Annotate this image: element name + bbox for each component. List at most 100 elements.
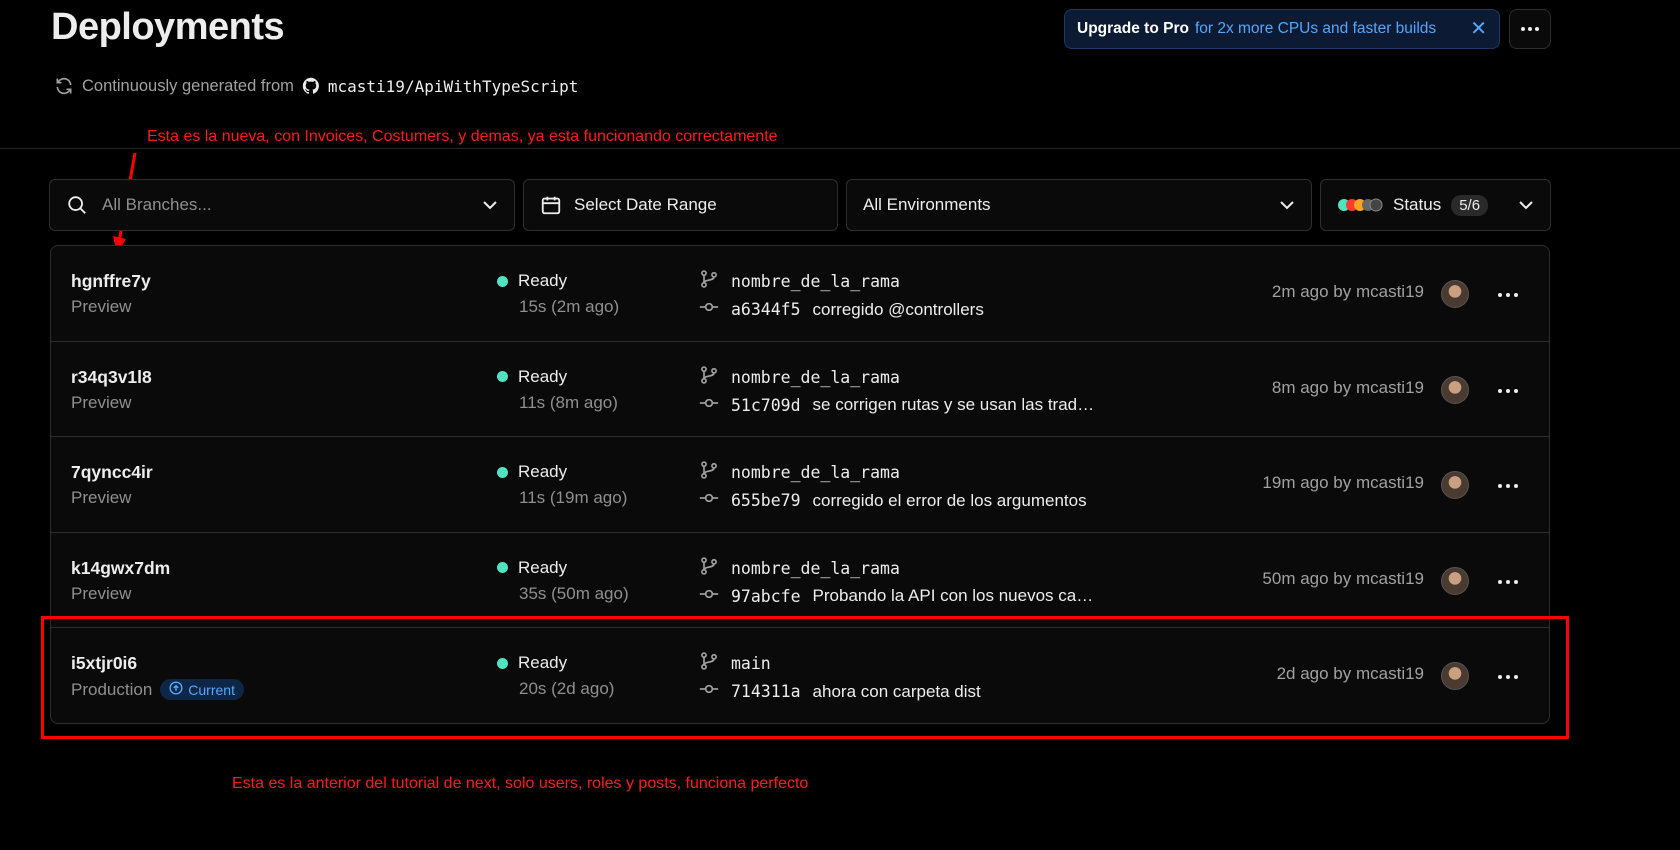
upgrade-text[interactable]: for 2x more CPUs and faster builds [1195, 20, 1436, 38]
annotation-highlight-box [41, 616, 1569, 739]
avatar[interactable] [1441, 566, 1469, 595]
status-dot [497, 275, 508, 287]
deployment-status: Ready [497, 462, 567, 482]
commit-message: Probando la API con los nuevos cambios [812, 586, 1103, 606]
upgrade-banner[interactable]: Upgrade to Pro for 2x more CPUs and fast… [1064, 9, 1500, 49]
status-dots-icon [1338, 198, 1383, 212]
environment-label: Preview [71, 583, 132, 603]
deployment-status: Ready [497, 558, 567, 578]
date-range-label: Select Date Range [574, 195, 717, 214]
git-commit-icon [699, 297, 719, 322]
commit-message: corregido el error de los argumentos [812, 490, 1087, 510]
date-range-filter[interactable]: Select Date Range [523, 179, 838, 231]
branch-placeholder: All Branches... [102, 195, 212, 214]
deployment-env: Preview [71, 297, 131, 317]
branch-name[interactable]: nombre_de_la_rama [731, 368, 900, 387]
branch-name[interactable]: nombre_de_la_rama [731, 272, 900, 291]
deployment-time: 50m ago by mcasti19 [1262, 568, 1424, 588]
environment-filter[interactable]: All Environments [846, 179, 1312, 231]
git-branch-icon [699, 460, 719, 485]
branch-filter[interactable]: All Branches... [49, 179, 515, 231]
calendar-icon [541, 196, 561, 215]
chevron-down-icon [483, 201, 497, 210]
github-icon [302, 77, 320, 95]
generated-from: Continuously generated from mcasti19/Api… [54, 76, 578, 96]
deployment-time: 2m ago by mcasti19 [1271, 282, 1424, 301]
deployment-branch: nombre_de_la_rama [699, 365, 900, 390]
more-icon [1498, 380, 1518, 398]
page-title: Deployments [51, 6, 285, 48]
deployment-id[interactable]: k14gwx7dm [71, 558, 170, 579]
deployment-row[interactable]: 7qyncc4ir Preview Ready 11s (19m ago) nombre… [51, 437, 1549, 533]
status-label: Ready [518, 462, 568, 482]
deployment-duration: 15s (2m ago) [519, 297, 620, 316]
environment-label: All Environments [863, 195, 991, 214]
git-branch-icon [699, 556, 719, 581]
row-more-button[interactable] [1495, 377, 1521, 401]
deployment-branch: nombre_de_la_rama [699, 556, 900, 581]
more-icon [1521, 27, 1539, 31]
more-icon [1498, 475, 1518, 493]
deployment-commit: a6344f5 corregido @controllers [699, 297, 984, 322]
commit-hash[interactable]: 97abcfe [731, 587, 801, 606]
more-icon [1498, 284, 1518, 302]
status-dot [497, 466, 508, 478]
branch-name[interactable]: nombre_de_la_rama [731, 463, 900, 482]
git-branch-icon [699, 269, 719, 294]
avatar[interactable] [1441, 471, 1469, 500]
branch-name[interactable]: nombre_de_la_rama [731, 559, 900, 578]
row-more-button[interactable] [1495, 472, 1521, 496]
avatar[interactable] [1441, 375, 1469, 404]
deployment-branch: nombre_de_la_rama [699, 460, 900, 485]
annotation-top: Esta es la nueva, con Invoices, Costumer… [147, 128, 778, 145]
deployment-commit: 51c709d se corrigen rutas y se usan las t… [699, 393, 1103, 418]
row-more-button[interactable] [1495, 568, 1521, 592]
deployment-commit: 655be79 corregido el error de los argumen… [699, 488, 1087, 513]
status-dot [497, 371, 508, 383]
more-icon [1498, 571, 1518, 589]
commit-message: se corrigen rutas y se usan las traducci… [812, 395, 1103, 415]
close-icon[interactable]: ✕ [1470, 19, 1487, 39]
deployment-status: Ready [497, 271, 567, 291]
status-dot [497, 562, 508, 574]
deployment-row[interactable]: r34q3v1l8 Preview Ready 11s (8m ago) nombre_… [51, 342, 1549, 438]
deployment-duration: 11s (8m ago) [519, 392, 618, 412]
commit-hash[interactable]: 51c709d [731, 396, 801, 415]
deployment-time: 8m ago by mcasti19 [1271, 377, 1424, 397]
status-label: Ready [518, 271, 568, 290]
deployment-status: Ready [497, 367, 567, 387]
avatar[interactable] [1441, 280, 1469, 308]
commit-hash[interactable]: 655be79 [731, 491, 801, 510]
search-icon [68, 196, 86, 214]
upgrade-title: Upgrade to Pro [1077, 20, 1189, 37]
deployment-time: 19m ago by mcasti19 [1262, 473, 1424, 493]
deployment-row[interactable]: k14gwx7dm Preview Ready 35s (50m ago) nombre… [51, 533, 1549, 629]
deployment-branch: nombre_de_la_rama [699, 269, 900, 294]
generated-label: Continuously generated from [82, 76, 294, 95]
deployment-id[interactable]: hgnffre7y [71, 271, 151, 292]
git-commit-icon [699, 393, 719, 418]
repo-link[interactable]: mcasti19/ApiWithTypeScript [328, 77, 578, 96]
chevron-down-icon [1280, 201, 1294, 210]
status-filter[interactable]: Status 5/6 [1320, 179, 1551, 231]
status-label: Ready [518, 557, 568, 577]
header-divider [0, 148, 1680, 149]
refresh-icon [54, 76, 74, 96]
status-count-badge: 5/6 [1451, 194, 1489, 216]
status-label: Status [1393, 195, 1442, 214]
top-more-button[interactable] [1509, 9, 1551, 49]
chevron-down-icon [1519, 201, 1533, 210]
environment-label: Preview [71, 297, 132, 316]
deployment-commit: 97abcfe Probando la API con los nuevos ca… [699, 584, 1103, 609]
deployment-id[interactable]: 7qyncc4ir [71, 462, 153, 483]
deployment-env: Preview [71, 584, 131, 604]
annotation-bottom: Esta es la anterior del tutorial de next… [232, 775, 809, 792]
deployment-id[interactable]: r34q3v1l8 [71, 367, 152, 388]
git-commit-icon [699, 584, 719, 609]
deployment-row[interactable]: hgnffre7y Preview Ready 15s (2m ago) nombre_… [51, 246, 1549, 342]
row-more-button[interactable] [1495, 281, 1521, 305]
git-commit-icon [699, 488, 719, 513]
git-branch-icon [699, 365, 719, 390]
commit-message: corregido @controllers [812, 299, 984, 319]
commit-hash[interactable]: a6344f5 [731, 300, 801, 319]
